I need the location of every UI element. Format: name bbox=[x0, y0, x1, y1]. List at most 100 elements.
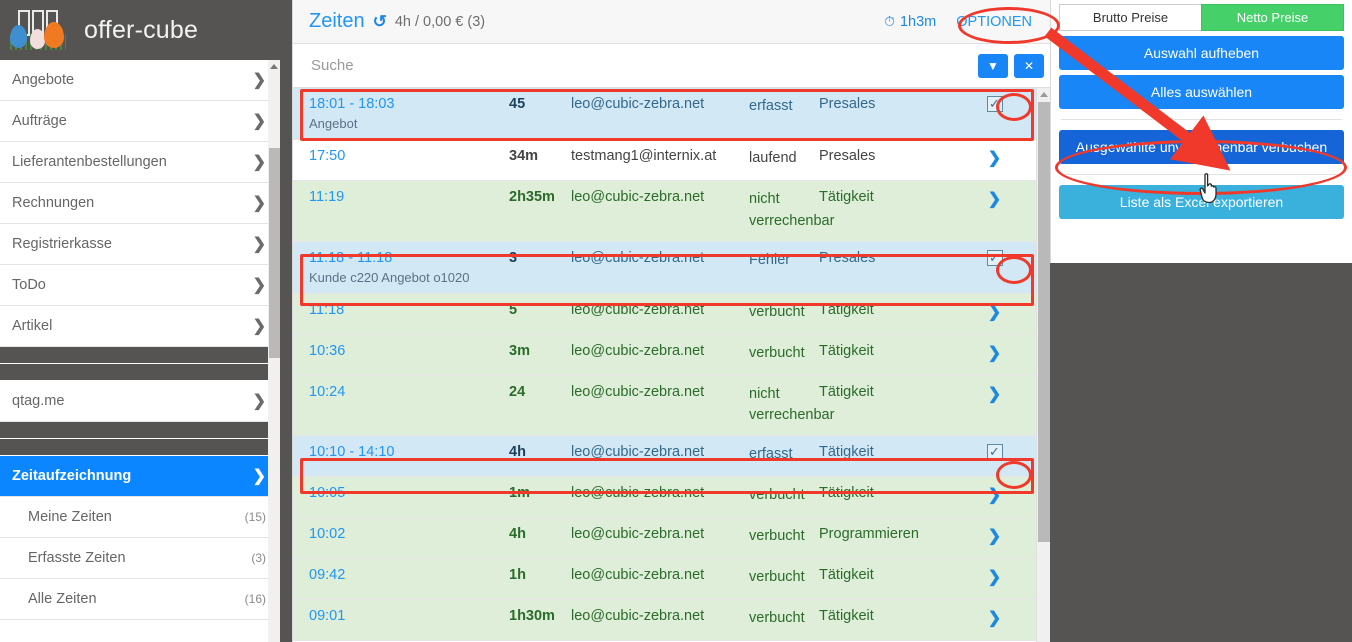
row-action[interactable]: ❯ bbox=[939, 189, 1050, 209]
options-panel: Brutto Preise Netto Preise Auswahl aufhe… bbox=[1050, 0, 1352, 263]
chevron-right-icon[interactable]: ❯ bbox=[988, 567, 1001, 587]
deselect-all-button[interactable]: Auswahl aufheben bbox=[1059, 36, 1344, 70]
duration-value: 1h3m bbox=[899, 13, 937, 30]
chevron-right-icon[interactable]: ❯ bbox=[988, 608, 1001, 628]
row-duration: 3m bbox=[509, 342, 530, 359]
nav-label: ToDo bbox=[12, 277, 46, 293]
table-row[interactable]: 10:36 3m leo@cubic-zebra.net verbucht Tä… bbox=[293, 334, 1050, 376]
nav-item-artikel[interactable]: Artikel ❯ bbox=[0, 306, 280, 347]
export-excel-button[interactable]: Liste als Excel exportieren bbox=[1059, 185, 1344, 219]
chevron-right-icon[interactable]: ❯ bbox=[988, 302, 1001, 322]
checkbox-checked-icon[interactable]: ✓ bbox=[986, 249, 1003, 266]
table-row[interactable]: 10:10 - 14:10 4h leo@cubic-zebra.net erf… bbox=[293, 436, 1050, 477]
panel-divider bbox=[1061, 119, 1342, 120]
row-duration: 1h bbox=[509, 567, 526, 583]
nav-item-qtag-me[interactable]: qtag.me ❯ bbox=[0, 381, 280, 422]
nav-item-registrierkasse[interactable]: Registrierkasse ❯ bbox=[0, 224, 280, 265]
list-scrollbar[interactable] bbox=[1036, 88, 1050, 642]
scrollbar-thumb[interactable] bbox=[269, 148, 280, 358]
chevron-right-icon: ❯ bbox=[252, 195, 266, 212]
chevron-right-icon[interactable]: ❯ bbox=[988, 189, 1001, 209]
row-duration: 1h30m bbox=[509, 608, 555, 624]
table-row[interactable]: 09:42 1h leo@cubic-zebra.net verbucht Tä… bbox=[293, 559, 1050, 600]
nav-item-rechnungen[interactable]: Rechnungen ❯ bbox=[0, 183, 280, 224]
nav-separator bbox=[0, 439, 280, 456]
table-row[interactable]: 10:02 4h leo@cubic-zebra.net verbucht Pr… bbox=[293, 518, 1050, 559]
checkbox-checked-icon[interactable]: ✓ bbox=[986, 96, 1003, 112]
chevron-right-icon[interactable]: ❯ bbox=[988, 485, 1001, 505]
row-duration: 45 bbox=[509, 96, 526, 112]
table-row[interactable]: 11:19 2h35m leo@cubic-zebra.net nicht ve… bbox=[293, 181, 1050, 242]
brutto-preise-button[interactable]: Brutto Preise bbox=[1059, 4, 1201, 31]
row-state: verbucht bbox=[749, 344, 805, 361]
chevron-right-icon: ❯ bbox=[252, 236, 266, 253]
book-selected-unbillable-button[interactable]: Ausgewählte unverrechenbar verbuchen bbox=[1059, 130, 1344, 164]
chevron-right-icon: ❯ bbox=[252, 393, 266, 410]
select-all-button[interactable]: Alles auswählen bbox=[1059, 75, 1344, 109]
table-row[interactable]: 10:24 24 leo@cubic-zebra.net nicht verre… bbox=[293, 375, 1050, 436]
row-time: 11:18 bbox=[309, 301, 345, 318]
sidebar-subitem-erfasste-zeiten[interactable]: Erfasste Zeiten (3) bbox=[0, 538, 280, 579]
row-user: leo@cubic-zebra.net bbox=[571, 342, 705, 359]
clock-icon: ⏱ bbox=[884, 13, 895, 29]
row-state: Fehler bbox=[749, 251, 791, 268]
row-action[interactable]: ❯ bbox=[939, 343, 1050, 363]
sidebar-subitem-alle-zeiten[interactable]: Alle Zeiten (16) bbox=[0, 579, 280, 620]
row-state: laufend bbox=[749, 150, 797, 166]
nav-separator bbox=[0, 347, 280, 364]
brand-header: offer-cube bbox=[0, 0, 280, 60]
row-user: leo@cubic-zebra.net bbox=[571, 383, 705, 400]
chevron-right-icon: ❯ bbox=[252, 154, 266, 171]
chevron-right-icon[interactable]: ❯ bbox=[988, 526, 1001, 546]
scroll-up-arrow-icon[interactable] bbox=[1040, 92, 1048, 97]
scroll-up-arrow-icon[interactable] bbox=[270, 64, 278, 69]
options-button[interactable]: OPTIONEN bbox=[950, 12, 1038, 32]
nav-item-lieferantenbestellungen[interactable]: Lieferantenbestellungen ❯ bbox=[0, 142, 280, 183]
nav-item-angebote[interactable]: Angebote ❯ bbox=[0, 60, 280, 101]
filter-icon[interactable]: ▼ bbox=[978, 53, 1008, 78]
row-action[interactable]: ❯ bbox=[939, 567, 1050, 587]
subitem-label: Erfasste Zeiten bbox=[28, 550, 126, 566]
row-action[interactable]: ✓ bbox=[939, 444, 1050, 460]
row-type: Tätigkeit bbox=[819, 301, 874, 318]
netto-preise-button[interactable]: Netto Preise bbox=[1201, 4, 1344, 31]
table-row[interactable]: 11:18 5 leo@cubic-zebra.net verbucht Tät… bbox=[293, 293, 1050, 335]
table-row[interactable]: 18:01 - 18:03 Angebot 45 leo@cubic-zebra… bbox=[293, 88, 1050, 140]
nav-separator bbox=[0, 364, 280, 381]
row-action[interactable]: ❯ bbox=[939, 526, 1050, 546]
row-action[interactable]: ✓ bbox=[939, 249, 1050, 266]
row-action[interactable]: ✓ bbox=[939, 96, 1050, 112]
table-row[interactable]: 11:18 - 11:18 Kunde c220 Angebot o1020 3… bbox=[293, 241, 1050, 294]
row-user: leo@cubic-zebra.net bbox=[571, 96, 705, 112]
table-row[interactable]: 17:50 34m testmang1@internix.at laufend … bbox=[293, 140, 1050, 181]
scrollbar-thumb[interactable] bbox=[1038, 102, 1050, 542]
row-type: Programmieren bbox=[819, 526, 919, 542]
header-right-group: ⏱ 1h3m OPTIONEN bbox=[884, 12, 1038, 32]
row-action[interactable]: ❯ bbox=[939, 608, 1050, 628]
subitem-count: (3) bbox=[251, 551, 266, 565]
chevron-right-icon: ❯ bbox=[252, 277, 266, 294]
nav-item-todo[interactable]: ToDo ❯ bbox=[0, 265, 280, 306]
row-action[interactable]: ❯ bbox=[939, 302, 1050, 322]
nav-item-auftraege[interactable]: Aufträge ❯ bbox=[0, 101, 280, 142]
nav-label: Registrierkasse bbox=[12, 236, 112, 252]
search-input[interactable] bbox=[309, 56, 978, 75]
chevron-right-icon[interactable]: ❯ bbox=[988, 148, 1001, 168]
row-action[interactable]: ❯ bbox=[939, 485, 1050, 505]
close-x-icon[interactable]: ✕ bbox=[1014, 53, 1044, 78]
sidebar-item-zeitaufzeichnung[interactable]: Zeitaufzeichnung ❯ bbox=[0, 456, 280, 497]
checkbox-checked-icon[interactable]: ✓ bbox=[986, 444, 1003, 460]
sidebar-subitem-meine-zeiten[interactable]: Meine Zeiten (15) bbox=[0, 497, 280, 538]
subitem-label: Meine Zeiten bbox=[28, 509, 112, 525]
row-user: leo@cubic-zebra.net bbox=[571, 485, 705, 501]
chevron-right-icon[interactable]: ❯ bbox=[988, 343, 1001, 363]
sidebar-scrollbar[interactable] bbox=[268, 60, 280, 642]
chevron-right-icon[interactable]: ❯ bbox=[988, 384, 1001, 404]
row-action[interactable]: ❯ bbox=[939, 384, 1050, 404]
subitem-label: Alle Zeiten bbox=[28, 591, 97, 607]
row-state: nicht verrechenbar bbox=[749, 385, 835, 424]
refresh-icon[interactable]: ↺ bbox=[373, 12, 387, 32]
table-row[interactable]: 09:01 1h30m leo@cubic-zebra.net verbucht… bbox=[293, 600, 1050, 641]
row-action[interactable]: ❯ bbox=[939, 148, 1050, 168]
table-row[interactable]: 10:05 1m leo@cubic-zebra.net verbucht Tä… bbox=[293, 477, 1050, 518]
